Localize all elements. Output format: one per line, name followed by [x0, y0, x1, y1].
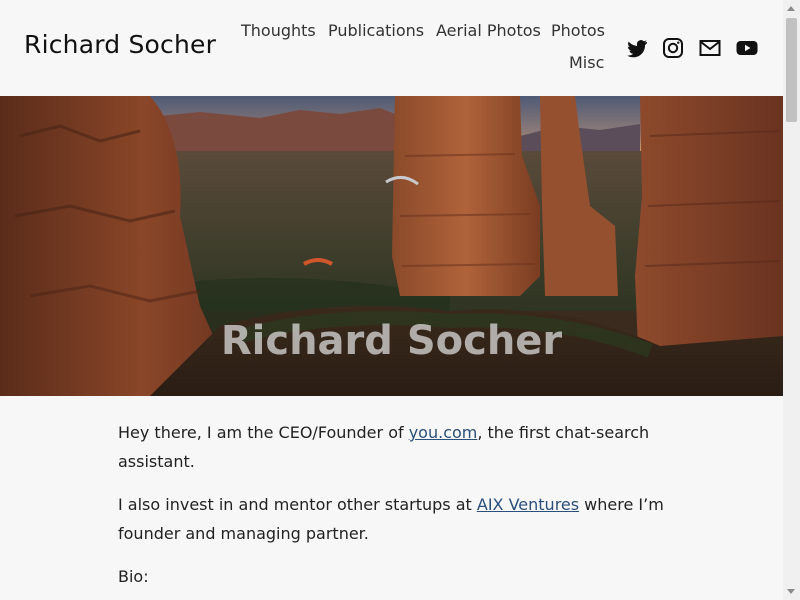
main-content: Hey there, I am the CEO/Founder of you.c…	[118, 418, 678, 600]
nav-link-misc[interactable]: Misc	[569, 53, 604, 72]
hero-title: Richard Socher	[220, 318, 563, 364]
instagram-icon[interactable]	[661, 36, 685, 60]
site-header: Richard Socher Thoughts Publications Aer…	[0, 0, 783, 96]
email-icon[interactable]	[698, 36, 722, 60]
youtube-icon[interactable]	[735, 36, 759, 60]
bio-label: Bio:	[118, 567, 149, 586]
page: Richard Socher Thoughts Publications Aer…	[0, 0, 783, 600]
you-com-link[interactable]: you.com	[409, 423, 478, 442]
twitter-icon[interactable]	[625, 36, 649, 60]
hero-banner: Richard Socher	[0, 96, 783, 396]
nav-link-photos[interactable]: Photos	[551, 21, 605, 40]
vertical-scrollbar[interactable]	[783, 0, 800, 600]
nav-link-thoughts[interactable]: Thoughts	[241, 21, 316, 40]
aix-ventures-link[interactable]: AIX Ventures	[477, 495, 579, 514]
invest-text-prefix: I also invest in and mentor other startu…	[118, 495, 477, 514]
site-title-link[interactable]: Richard Socher	[24, 30, 216, 59]
nav-link-publications[interactable]: Publications	[328, 21, 424, 40]
intro-text-prefix: Hey there, I am the CEO/Founder of	[118, 423, 409, 442]
intro-paragraph: Hey there, I am the CEO/Founder of you.c…	[118, 418, 678, 476]
scrollbar-thumb[interactable]	[786, 18, 797, 122]
scroll-down-arrow-icon[interactable]	[787, 589, 795, 594]
scroll-up-arrow-icon[interactable]	[787, 6, 795, 11]
nav-link-aerial-photos[interactable]: Aerial Photos	[436, 21, 541, 40]
invest-paragraph: I also invest in and mentor other startu…	[118, 490, 678, 548]
